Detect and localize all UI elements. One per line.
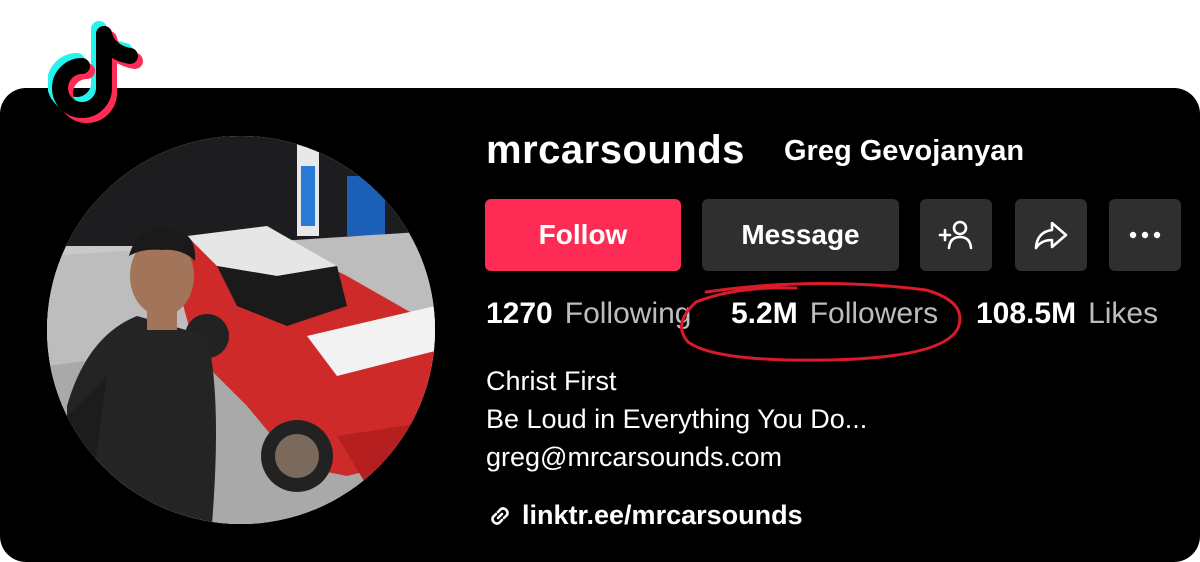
profile-link[interactable]: linktr.ee/mrcarsounds [486, 500, 803, 531]
link-text[interactable]: linktr.ee/mrcarsounds [522, 500, 803, 531]
likes-count: 108.5M [976, 297, 1077, 330]
more-options-button[interactable] [1109, 199, 1181, 271]
avatar[interactable] [47, 136, 435, 524]
likes-label: Likes [1088, 297, 1159, 330]
display-name: Greg Gevojanyan [784, 135, 1025, 167]
share-icon [1034, 221, 1068, 250]
followers-stat[interactable]: 5.2M Followers [731, 297, 938, 331]
add-friend-button[interactable] [920, 199, 992, 271]
more-icon [1129, 231, 1161, 239]
bio: Christ First Be Loud in Everything You D… [486, 362, 867, 476]
link-icon [491, 506, 509, 525]
bio-line: Be Loud in Everything You Do... [486, 404, 868, 434]
share-button[interactable] [1015, 199, 1087, 271]
followers-label: Followers [809, 297, 939, 330]
message-button[interactable]: Message [702, 199, 899, 271]
bio-line: Christ First [486, 366, 617, 396]
follow-button[interactable]: Follow [485, 199, 681, 271]
followers-count: 5.2M [731, 297, 798, 330]
following-label: Following [564, 297, 692, 330]
following-count: 1270 [486, 297, 553, 330]
bio-email: greg@mrcarsounds.com [486, 442, 783, 472]
username: mrcarsounds [486, 128, 745, 172]
profile-card: mrcarsounds Greg Gevojanyan Follow Messa… [0, 88, 1200, 562]
tiktok-logo-icon [48, 21, 143, 123]
add-user-icon [938, 220, 973, 250]
likes-stat: 108.5M Likes [976, 297, 1158, 331]
following-stat[interactable]: 1270 Following [486, 297, 691, 331]
